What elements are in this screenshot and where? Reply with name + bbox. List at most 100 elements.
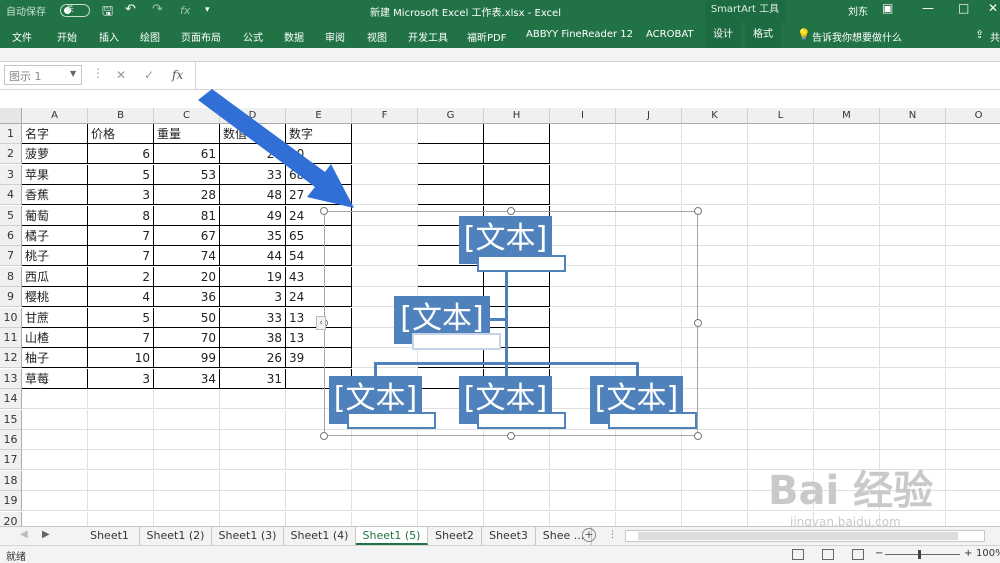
grid-cell[interactable] [352,491,418,512]
tab-smartart-format[interactable]: 格式 [745,22,781,48]
row-header[interactable]: 18 [0,470,22,491]
grid-cell[interactable] [946,348,1000,369]
grid-cell[interactable] [550,185,616,206]
tab-acrobat[interactable]: ACROBAT [646,29,694,40]
autosave-toggle[interactable] [60,4,90,17]
redo-icon[interactable]: ↷ [152,2,163,17]
grid-cell[interactable] [880,389,946,410]
grid-cell[interactable] [880,348,946,369]
grid-cell[interactable] [550,164,616,185]
grid-cell[interactable] [154,409,220,430]
grid-cell[interactable] [880,226,946,246]
data-cell[interactable]: 38 [220,328,286,348]
grid-cell[interactable] [88,409,154,430]
column-header[interactable]: K [682,108,748,124]
grid-cell[interactable] [154,470,220,491]
grid-cell[interactable] [748,328,814,348]
data-cell[interactable]: 7 [88,246,154,267]
tab-formulas[interactable]: 公式 [243,29,263,44]
grid-cell[interactable] [220,450,286,471]
name-box-dropdown-icon[interactable]: ▼ [70,69,76,78]
column-header[interactable]: L [748,108,814,124]
resize-handle[interactable] [320,432,328,440]
grid-cell[interactable] [814,246,880,267]
sheet-tab[interactable]: Sheet1 (2) [140,527,212,545]
zoom-out-icon[interactable]: − [875,548,883,559]
grid-cell[interactable] [616,450,682,471]
row-header[interactable]: 20 [0,511,22,526]
cancel-entry-icon[interactable]: ✕ [116,68,126,82]
column-header[interactable]: I [550,108,616,124]
tell-me-box[interactable]: 告诉我你想要做什么 [812,29,902,44]
grid-cell[interactable] [946,430,1000,450]
grid-cell[interactable] [484,124,550,144]
data-cell[interactable]: 西瓜 [22,266,88,287]
row-header[interactable]: 3 [0,164,22,185]
row-header[interactable]: 9 [0,287,22,308]
grid-cell[interactable] [880,124,946,144]
grid-cell[interactable] [22,409,88,430]
grid-cell[interactable] [352,511,418,526]
grid-cell[interactable] [484,511,550,526]
data-cell[interactable]: 99 [154,348,220,369]
grid-cell[interactable] [88,389,154,410]
data-cell[interactable]: 3 [88,185,154,206]
row-header[interactable]: 12 [0,348,22,369]
grid-cell[interactable] [946,124,1000,144]
grid-cell[interactable] [88,491,154,512]
row-header[interactable]: 2 [0,144,22,165]
grid-cell[interactable] [946,226,1000,246]
save-icon[interactable]: 🖫 [102,2,113,24]
data-cell[interactable]: 36 [154,287,220,308]
data-cell[interactable]: 44 [220,246,286,267]
grid-cell[interactable] [880,328,946,348]
grid-cell[interactable] [946,206,1000,226]
data-cell[interactable]: 草莓 [22,368,88,389]
grid-cell[interactable] [946,246,1000,267]
grid-cell[interactable] [550,470,616,491]
column-header[interactable]: D [220,108,286,124]
data-cell[interactable]: 橘子 [22,226,88,246]
grid-cell[interactable] [286,491,352,512]
data-cell[interactable]: 53 [154,164,220,185]
grid-cell[interactable] [22,450,88,471]
add-sheet-button[interactable]: + [582,528,596,542]
close-icon[interactable]: ✕ [988,1,998,15]
grid-cell[interactable] [748,164,814,185]
sheet-tab[interactable]: Sheet1 [80,527,140,545]
data-cell[interactable]: 20 [154,266,220,287]
resize-handle[interactable] [320,207,328,215]
grid-cell[interactable] [814,205,880,226]
data-cell[interactable]: 桃子 [22,246,88,267]
ribbon-display-icon[interactable]: ▣ [882,1,893,15]
grid-cell[interactable] [154,511,220,526]
data-cell[interactable]: 67 [154,226,220,246]
data-cell[interactable]: 7 [88,328,154,348]
row-header[interactable]: 14 [0,389,22,410]
column-header[interactable]: O [946,108,1000,124]
data-cell[interactable]: 菠萝 [22,144,88,165]
data-cell[interactable]: 10 [88,348,154,369]
grid-cell[interactable] [880,409,946,430]
grid-cell[interactable] [880,164,946,185]
smartart-subnode-assistant[interactable] [412,333,501,350]
data-cell[interactable]: 27 [286,185,352,206]
row-header[interactable]: 13 [0,368,22,389]
grid-cell[interactable] [418,511,484,526]
header-cell[interactable]: 价格 [88,124,154,144]
data-cell[interactable]: 31 [220,368,286,389]
data-cell[interactable]: 苹果 [22,164,88,185]
grid-cell[interactable] [748,226,814,246]
grid-cell[interactable] [286,470,352,491]
grid-cell[interactable] [616,470,682,491]
grid-cell[interactable] [946,287,1000,308]
data-cell[interactable]: 20 [220,144,286,165]
grid-cell[interactable] [88,511,154,526]
grid-cell[interactable] [550,511,616,526]
grid-cell[interactable] [220,389,286,410]
grid-cell[interactable] [814,287,880,308]
data-cell[interactable]: 26 [220,348,286,369]
tab-review[interactable]: 审阅 [325,29,345,44]
grid-cell[interactable] [748,124,814,144]
grid-cell[interactable] [880,266,946,287]
